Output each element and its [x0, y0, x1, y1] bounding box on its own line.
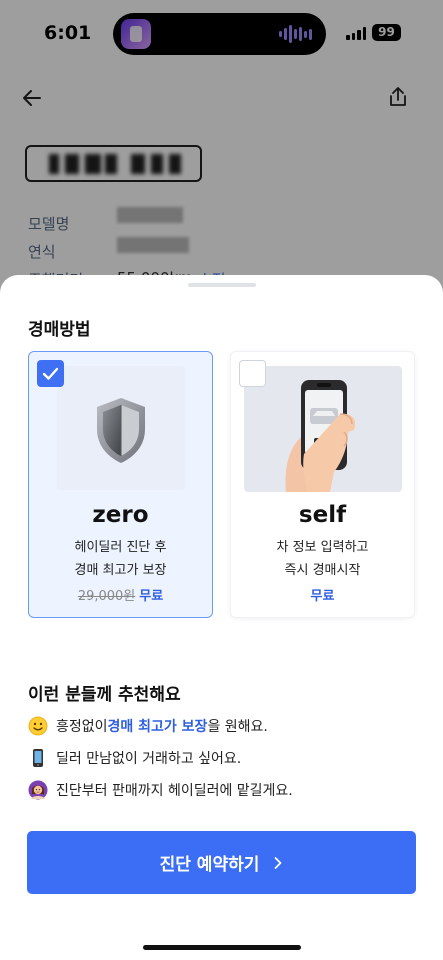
method-price: 29,000원 무료	[29, 585, 212, 604]
recommend-text: 진단부터 판매까지 헤이딜러에 맡길게요.	[56, 783, 293, 799]
book-inspection-label: 진단 예약하기	[159, 855, 260, 875]
shield-icon	[97, 398, 145, 463]
recommend-text-post: 을 원해요.	[207, 719, 268, 735]
method-desc-line1: 차 정보 입력하고	[276, 540, 369, 555]
method-desc-line2: 즉시 경매시작	[284, 563, 361, 578]
recommend-item: 진단부터 판매까지 헤이딜러에 맡길게요.	[28, 779, 293, 801]
method-card-self[interactable]: self 차 정보 입력하고 즉시 경매시작 무료	[230, 351, 415, 618]
original-price: 29,000원	[77, 589, 136, 604]
sheet-handle[interactable]	[188, 283, 256, 287]
auction-method-sheet: 경매방법 zero 헤이딜러 진단 후 경매 최고가 보장 29,000원 무료…	[0, 275, 443, 960]
method-desc-line2: 경매 최고가 보장	[74, 563, 167, 578]
method-name: zero	[92, 502, 149, 528]
recommend-text-pre: 흥정없이	[56, 719, 108, 735]
book-inspection-button[interactable]: 진단 예약하기	[27, 831, 416, 894]
checkmark-icon	[42, 367, 59, 380]
phone-hand-image	[244, 366, 402, 492]
shield-image	[57, 366, 185, 490]
recommend-text-highlight: 경매 최고가 보장	[107, 719, 208, 735]
recommend-title: 이런 분들께 추천해요	[28, 685, 181, 705]
method-price: 무료	[231, 585, 414, 604]
method-desc-line1: 헤이딜러 진단 후	[74, 540, 167, 555]
method-card-zero[interactable]: zero 헤이딜러 진단 후 경매 최고가 보장 29,000원 무료	[28, 351, 213, 618]
free-price: 무료	[310, 589, 335, 604]
recommend-item: 딜러 만남없이 거래하고 싶어요.	[28, 747, 241, 769]
smiling-face-icon	[28, 716, 48, 736]
method-name: self	[298, 502, 347, 528]
chevron-right-icon	[274, 856, 282, 869]
phone-in-hand-icon	[285, 380, 356, 492]
free-price: 무료	[139, 589, 164, 604]
self-checkbox[interactable]	[239, 360, 266, 387]
home-indicator[interactable]	[143, 945, 301, 950]
recommend-text: 딜러 만남없이 거래하고 싶어요.	[56, 751, 242, 767]
recommend-item: 흥정없이 경매 최고가 보장 을 원해요.	[28, 715, 268, 737]
mobile-phone-icon	[33, 749, 43, 767]
person-gesturing-icon	[28, 780, 48, 800]
method-title: 경매방법	[28, 320, 91, 340]
zero-checkbox[interactable]	[37, 360, 64, 387]
